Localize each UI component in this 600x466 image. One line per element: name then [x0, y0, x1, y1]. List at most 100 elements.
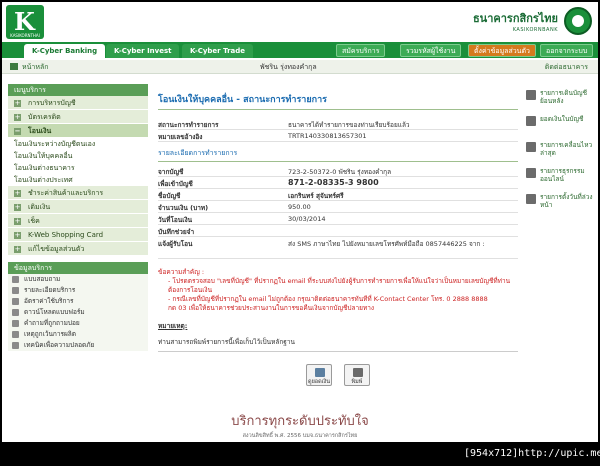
tab-k-cyber-banking[interactable]: K-Cyber Banking: [24, 44, 106, 58]
tab-k-cyber-trade[interactable]: K-Cyber Trade: [182, 44, 254, 58]
date-value: 30/03/2014: [288, 215, 326, 223]
quick-link-online[interactable]: รายการธุรกรรมออนไลน์: [526, 166, 596, 192]
menu-item-cheque[interactable]: + เช็ค: [8, 214, 148, 228]
status-row: สถานะการทำรายการ ธนาคารได้ทำรายการของท่า…: [158, 118, 518, 130]
sms-label: แจ้งผู้รับโอน: [158, 240, 193, 248]
contact-bank-link[interactable]: ติดต่อธนาคาร: [545, 62, 588, 73]
expand-icon: +: [14, 99, 21, 107]
apply-service-button[interactable]: สมัครบริการ: [336, 44, 386, 57]
account-name-label: ชื่อบัญชี: [158, 192, 181, 200]
tool-service-details[interactable]: รายละเอียดบริการ: [8, 285, 148, 296]
submenu-other-bank[interactable]: โอนเงินต่างธนาคาร: [8, 162, 148, 174]
quick-link-scheduled[interactable]: รายการตั้งวันที่ล่วงหน้า: [526, 192, 596, 218]
info-icon: [12, 287, 19, 294]
tool-label: แบบสอบถาม: [24, 275, 61, 283]
quick-link-statement[interactable]: รายการเดินบัญชีย้อนหลัง: [526, 88, 596, 114]
from-account-label: จากบัญชี: [158, 168, 184, 176]
tool-faq[interactable]: คำถามที่ถูกถามบ่อย: [8, 318, 148, 329]
tab-k-cyber-invest[interactable]: K-Cyber Invest: [106, 44, 180, 58]
reference-value: TRTR140330813657301: [288, 132, 367, 140]
amount-row: จำนวนเงิน (บาท) 950.00: [158, 201, 518, 213]
menu-label: แก้ไขข้อมูลส่วนตัว: [28, 245, 85, 253]
note-line: - กรณีเลขที่บัญชีที่ปรากฏใน email ไม่ถูก…: [168, 295, 488, 303]
note-line: กด 03 เพื่อให้ธนาคารช่วยประสานงานในการขอ…: [168, 304, 375, 312]
combine-user-button[interactable]: รวมรหัสผู้ใช้งาน: [400, 44, 462, 57]
menu-header: เมนูบริการ: [8, 84, 148, 96]
submenu-international[interactable]: โอนเงินต่างประเทศ: [8, 174, 148, 186]
breadcrumb: หน้าหลัก พัชริน รุ่งทองคำกุล ติดต่อธนาคา…: [2, 60, 598, 74]
menu-item-edit-profile[interactable]: + แก้ไขข้อมูลส่วนตัว: [8, 242, 148, 256]
browser-page: K KASIKORNTHAI ธนาคารกสิกรไทย KASIKORNBA…: [2, 2, 598, 442]
logo-letter: K: [14, 7, 35, 36]
menu-item-topup[interactable]: + เติมเงิน: [8, 200, 148, 214]
expand-icon: +: [14, 245, 21, 253]
reference-row: หมายเลขอ้างอิง TRTR140330813657301: [158, 130, 518, 142]
balance-icon: [315, 368, 325, 377]
menu-item-shopping-card[interactable]: + K-Web Shopping Card: [8, 228, 148, 242]
menu-label: โอนเงิน: [28, 127, 52, 135]
tool-fees[interactable]: อัตราค่าใช้บริการ: [8, 296, 148, 307]
left-menu: เมนูบริการ + การบริหารบัญชี + บัตรเครดิต −…: [8, 84, 148, 351]
tools-header: ข้อมูลบริการ: [8, 262, 148, 274]
printer-icon: [353, 368, 363, 377]
quick-link-balance[interactable]: ยอดเงินในบัญชี: [526, 114, 596, 140]
reference-label: หมายเลขอ้างอิง: [158, 133, 203, 141]
remark-header: หมายเหตุ:: [158, 322, 188, 330]
tool-security-tips[interactable]: เทคนิคเพื่อความปลอดภัย: [8, 340, 148, 351]
expand-icon: +: [14, 113, 21, 121]
account-name-value: เอกรินทร์ สุจันทร์ศรี: [288, 192, 344, 200]
menu-item-credit-card[interactable]: + บัตรเครดิต: [8, 110, 148, 124]
menu-item-account-management[interactable]: + การบริหารบัญชี: [8, 96, 148, 110]
quick-link-label: รายการเคลื่อนไหวล่าสุด: [540, 141, 593, 157]
tool-survey[interactable]: แบบสอบถาม: [8, 274, 148, 285]
menu-label: ชำระค่าสินค้าและบริการ: [28, 189, 104, 197]
to-account-value: 871-2-08335-3 9800: [288, 178, 379, 187]
lock-icon: [12, 342, 19, 349]
menu-label: เติมเงิน: [28, 203, 51, 211]
to-account-row: เพื่อเข้าบัญชี 871-2-08335-3 9800: [158, 177, 518, 189]
bank-name-en: KASIKORNBANK: [512, 27, 558, 33]
amount-value: 950.00: [288, 203, 311, 211]
menu-item-payment[interactable]: + ชำระค่าสินค้าและบริการ: [8, 186, 148, 200]
from-account-value: 723-2-50372-0 พัชริน รุ่งทองคำกุล: [288, 168, 392, 176]
bank-seal-icon: [564, 7, 592, 35]
user-name: พัชริน รุ่งทองคำกุล: [260, 63, 317, 71]
kasikorn-logo[interactable]: K KASIKORNTHAI: [6, 5, 44, 39]
balance-icon: [526, 116, 536, 126]
survey-icon: [12, 276, 19, 283]
amount-label: จำนวนเงิน (บาท): [158, 204, 209, 212]
submenu-other-person[interactable]: โอนเงินให้บุคคลอื่น: [8, 150, 148, 162]
home-icon[interactable]: [10, 63, 18, 70]
status-label: สถานะการทำรายการ: [158, 121, 219, 129]
menu-label: บัตรเครดิต: [28, 113, 61, 121]
account-name-row: ชื่อบัญชี เอกรินทร์ สุจันทร์ศรี: [158, 189, 518, 201]
logo-text: KASIKORNTHAI: [10, 33, 40, 38]
main-content: โอนเงินให้บุคคลอื่น - สถานะการทำรายการ ส…: [158, 92, 518, 386]
collapse-icon: −: [14, 127, 21, 135]
profile-settings-button[interactable]: ตั้งค่าข้อมูลส่วนตัว: [468, 44, 536, 57]
tool-label: ดาวน์โหลดแบบฟอร์ม: [24, 308, 85, 316]
fee-icon: [12, 298, 19, 305]
quick-link-recent[interactable]: รายการเคลื่อนไหวล่าสุด: [526, 140, 596, 166]
menu-label: เช็ค: [28, 217, 40, 225]
date-row: วันที่โอนเงิน 30/03/2014: [158, 213, 518, 225]
sms-value: ส่ง SMS ภาษาไทย ไปยังหมายเลขโทรศัพท์มือถ…: [288, 240, 485, 248]
computer-icon: [526, 168, 536, 178]
top-navigation: K-Cyber Banking K-Cyber Invest K-Cyber T…: [2, 42, 598, 58]
image-host-stamp: [954x712]http://upic.me/: [464, 446, 600, 462]
button-label: พิมพ์: [351, 379, 363, 385]
status-value: ธนาคารได้ทำรายการของท่านเรียบร้อยแล้ว: [288, 121, 410, 129]
tool-label: อัตราค่าใช้บริการ: [24, 297, 74, 305]
bank-name-th: ธนาคารกสิกรไทย: [472, 12, 558, 25]
home-link[interactable]: หน้าหลัก: [22, 62, 48, 73]
submenu-own-account[interactable]: โอนเงินระหว่างบัญชีตนเอง: [8, 138, 148, 150]
tool-label: รายละเอียดบริการ: [24, 286, 76, 294]
tool-download-forms[interactable]: ดาวน์โหลดแบบฟอร์ม: [8, 307, 148, 318]
logout-button[interactable]: ออกจากระบบ: [540, 44, 594, 57]
memo-row: บันทึกช่วยจำ: [158, 225, 518, 237]
view-balance-button[interactable]: ดูยอดเงิน: [306, 364, 332, 386]
menu-item-transfer[interactable]: − โอนเงิน: [8, 124, 148, 138]
print-button[interactable]: พิมพ์: [344, 364, 370, 386]
tool-production[interactable]: เหตุถูกเว้นการผลิต: [8, 329, 148, 340]
button-label: ดูยอดเงิน: [308, 379, 330, 385]
